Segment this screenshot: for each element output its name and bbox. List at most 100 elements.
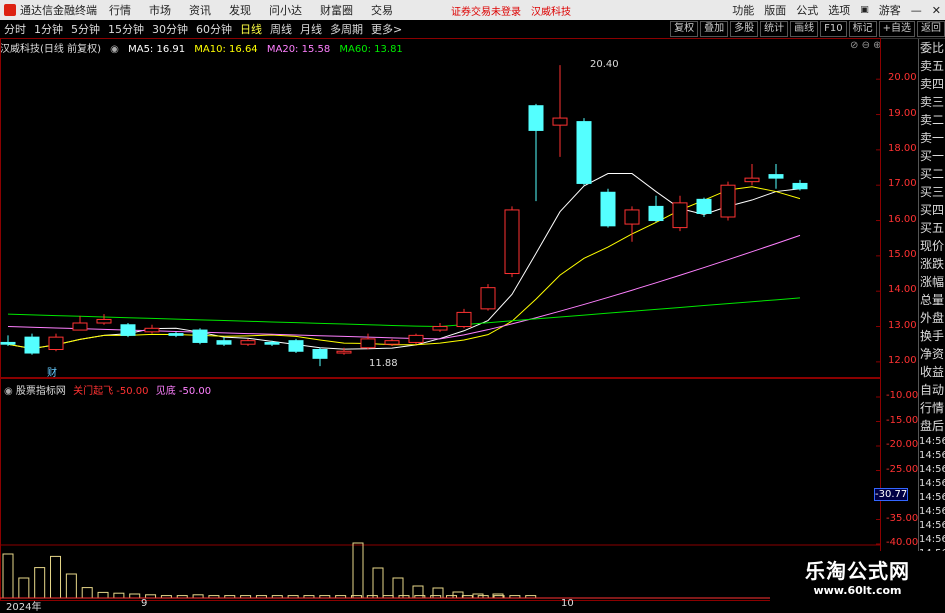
candle-body bbox=[576, 121, 592, 184]
candle-body bbox=[792, 182, 808, 190]
candle-body bbox=[144, 327, 160, 333]
volume-bar bbox=[452, 591, 464, 599]
price-tick-label: 12.00 bbox=[888, 354, 917, 366]
candle-body bbox=[624, 209, 640, 225]
price-tick-label: 19.00 bbox=[888, 107, 917, 119]
price-tick-label: 14.00 bbox=[888, 284, 917, 296]
candle-body bbox=[504, 209, 520, 275]
candle-body bbox=[720, 184, 736, 218]
candle-body bbox=[192, 329, 208, 343]
side-panel-item[interactable]: 涨跌 bbox=[919, 255, 945, 273]
indicator-tick-label: -25.00 bbox=[886, 463, 919, 475]
side-panel-item[interactable]: 14:56 bbox=[919, 449, 945, 463]
watermark: 乐淘公式网 www.60lt.com bbox=[770, 551, 945, 609]
side-panel-item[interactable]: 14:56 bbox=[919, 519, 945, 533]
date-year: 2024年 bbox=[6, 602, 42, 613]
candle-body bbox=[120, 324, 136, 336]
volume-bar bbox=[18, 577, 30, 599]
candle-body bbox=[696, 198, 712, 214]
side-panel-item[interactable]: 卖一 bbox=[919, 129, 945, 147]
side-panel-item[interactable]: 14:56 bbox=[919, 463, 945, 477]
quote-side-panel: 委比 卖五 卖四 卖三 卖二 卖一 买一 买二 买三 买四 买五 现价 涨跌 涨幅 总量 外盘 换手 净资 收益 自动… bbox=[918, 39, 945, 609]
candle-body bbox=[48, 336, 64, 350]
candle-body bbox=[24, 336, 40, 354]
side-panel-item[interactable]: 买三 bbox=[919, 183, 945, 201]
candle-body bbox=[0, 341, 16, 345]
price-tick-label: 15.00 bbox=[888, 248, 917, 260]
indicator-tick-label: -35.00 bbox=[886, 512, 919, 524]
candle-body bbox=[360, 338, 376, 349]
watermark-title: 乐淘公式网 bbox=[805, 559, 910, 583]
price-tick-label: 17.00 bbox=[888, 178, 917, 190]
volume-bar bbox=[97, 591, 109, 599]
kline-chart[interactable] bbox=[0, 0, 945, 609]
candle-body bbox=[216, 340, 232, 345]
indicator-gear-icon[interactable]: ◉ bbox=[4, 386, 13, 397]
side-panel-item[interactable]: 总量 bbox=[919, 291, 945, 309]
candle-body bbox=[312, 349, 328, 359]
side-panel-item[interactable]: 收益 bbox=[919, 363, 945, 381]
indicator-tick-label: -10.00 bbox=[886, 390, 919, 401]
candle-body bbox=[264, 341, 280, 345]
candle-body bbox=[384, 340, 400, 345]
candle-body bbox=[768, 174, 784, 179]
candle-body bbox=[288, 340, 304, 352]
side-panel-item[interactable]: 14:56 bbox=[919, 533, 945, 547]
side-panel-item[interactable]: 盘后 bbox=[919, 417, 945, 435]
volume-bar bbox=[352, 542, 364, 599]
side-panel-item[interactable]: 自动 bbox=[919, 381, 945, 399]
indicator-v1: -50.00 bbox=[116, 386, 149, 397]
side-panel-item[interactable]: 外盘 bbox=[919, 309, 945, 327]
side-panel-item[interactable]: 卖四 bbox=[919, 75, 945, 93]
volume-bar bbox=[2, 553, 14, 599]
side-panel-item[interactable]: 卖二 bbox=[919, 111, 945, 129]
indicator-tick-label: -30.77 bbox=[874, 488, 909, 501]
high-price-label: 20.40 bbox=[590, 59, 619, 70]
news-marker[interactable]: 财 bbox=[47, 364, 57, 379]
side-panel-item[interactable]: 卖五 bbox=[919, 57, 945, 75]
indicator-v2: -50.00 bbox=[178, 386, 212, 397]
watermark-url: www.60lt.com bbox=[813, 584, 902, 597]
indicator-tick-label: -20.00 bbox=[886, 439, 919, 450]
candle-body bbox=[600, 191, 616, 227]
side-panel-item[interactable]: 14:56 bbox=[919, 477, 945, 491]
candle-body bbox=[168, 333, 184, 336]
side-panel-item[interactable]: 14:56 bbox=[919, 505, 945, 519]
date-month-10: 10 bbox=[561, 598, 574, 609]
volume-bar bbox=[372, 567, 384, 599]
side-panel-item[interactable]: 净资 bbox=[919, 345, 945, 363]
side-panel-item[interactable]: 委比 bbox=[919, 39, 945, 57]
candle-body bbox=[240, 340, 256, 345]
date-month-9: 9 bbox=[141, 598, 148, 609]
side-panel-item[interactable]: 卖三 bbox=[919, 93, 945, 111]
side-panel-item[interactable]: 换手 bbox=[919, 327, 945, 345]
candle-body bbox=[552, 117, 568, 126]
volume-bar bbox=[50, 555, 62, 599]
ma60-line bbox=[7, 297, 801, 328]
candle-body bbox=[672, 202, 688, 229]
ma5-line bbox=[7, 173, 801, 350]
price-tick-label: 18.00 bbox=[888, 142, 917, 154]
side-panel-item[interactable]: 行情 bbox=[919, 399, 945, 417]
side-panel-item[interactable]: 买二 bbox=[919, 165, 945, 183]
volume-bar bbox=[392, 577, 404, 599]
candle-body bbox=[456, 311, 472, 328]
indicator-name[interactable]: 股票指标网 bbox=[16, 386, 66, 397]
indicator-l2: 见底 bbox=[155, 386, 176, 397]
candle-body bbox=[72, 322, 88, 331]
candle-body bbox=[432, 326, 448, 331]
volume-bar bbox=[129, 593, 141, 599]
side-panel-item[interactable]: 14:56 bbox=[919, 491, 945, 505]
indicator-l1: 关门起飞 bbox=[73, 386, 114, 397]
side-panel-item[interactable]: 买五 bbox=[919, 219, 945, 237]
side-panel-item[interactable]: 买四 bbox=[919, 201, 945, 219]
volume-bar bbox=[113, 592, 125, 599]
side-panel-item[interactable]: 涨幅 bbox=[919, 273, 945, 291]
candle-body bbox=[96, 318, 112, 324]
side-panel-item[interactable]: 买一 bbox=[919, 147, 945, 165]
side-panel-item[interactable]: 现价 bbox=[919, 237, 945, 255]
candle-body bbox=[408, 334, 424, 343]
candle-body bbox=[480, 287, 496, 310]
ma20-line bbox=[7, 234, 801, 340]
side-panel-item[interactable]: 14:56 bbox=[919, 435, 945, 449]
